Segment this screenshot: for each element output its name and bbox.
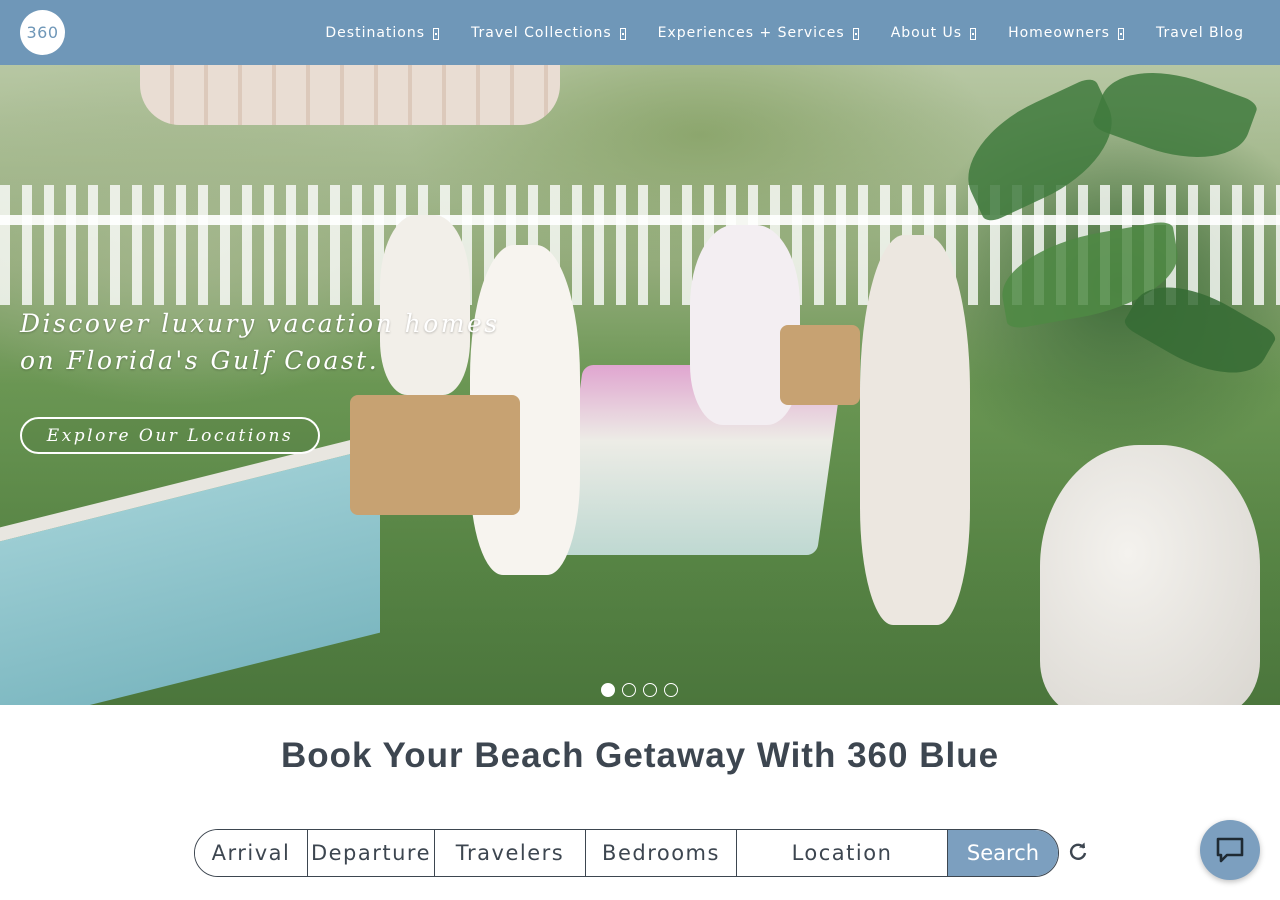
dropdown-caret-icon [1117, 27, 1124, 40]
arrival-field[interactable]: Arrival [195, 830, 308, 876]
logo-text: 360 [26, 23, 59, 42]
carousel-dot-2[interactable] [622, 683, 636, 697]
chat-icon [1216, 837, 1244, 863]
nav-about-us[interactable]: About Us [875, 25, 992, 41]
logo[interactable]: 360 [20, 10, 65, 55]
booking-search-bar: Arrival Departure Travelers Bedrooms Loc… [194, 829, 1059, 877]
location-field[interactable]: Location [737, 830, 948, 876]
nav-experiences-services[interactable]: Experiences + Services [642, 25, 875, 41]
hero-image-planter [1040, 445, 1260, 705]
hero-image-person [860, 235, 970, 625]
nav-homeowners-label: Homeowners [1008, 24, 1110, 41]
nav-homeowners[interactable]: Homeowners [992, 25, 1140, 41]
nav-about-us-label: About Us [890, 24, 963, 41]
hero-image-chair [780, 325, 860, 405]
main-nav: Destinations Travel Collections Experien… [309, 0, 1260, 65]
dropdown-caret-icon [433, 27, 440, 40]
carousel-pagination [601, 683, 678, 697]
hero-image-fence-rail [0, 215, 1280, 225]
refresh-icon-svg [1069, 842, 1087, 860]
bedrooms-field[interactable]: Bedrooms [586, 830, 737, 876]
hero-image-leaf [1090, 65, 1260, 179]
nav-destinations-label: Destinations [325, 24, 426, 41]
booking-title: Book Your Beach Getaway With 360 Blue [280, 736, 1000, 775]
chat-button[interactable] [1200, 820, 1260, 880]
nav-travel-collections-label: Travel Collections [471, 24, 612, 41]
hero-carousel: Discover luxury vacation homes on Florid… [0, 65, 1280, 705]
nav-travel-blog[interactable]: Travel Blog [1140, 25, 1260, 41]
explore-locations-button[interactable]: Explore Our Locations [20, 417, 320, 454]
carousel-dot-1[interactable] [601, 683, 615, 697]
carousel-dot-3[interactable] [643, 683, 657, 697]
nav-travel-collections[interactable]: Travel Collections [455, 25, 642, 41]
travelers-field[interactable]: Travelers [435, 830, 586, 876]
carousel-dot-4[interactable] [664, 683, 678, 697]
hero-image-umbrella [140, 65, 560, 125]
search-button[interactable]: Search [948, 830, 1058, 876]
departure-field[interactable]: Departure [308, 830, 435, 876]
hero-image-chair [350, 395, 520, 515]
dropdown-caret-icon [619, 27, 626, 40]
hero-image-pool [0, 432, 380, 705]
refresh-icon[interactable] [1067, 841, 1089, 863]
nav-travel-blog-label: Travel Blog [1155, 24, 1244, 41]
dropdown-caret-icon [852, 27, 859, 40]
site-header: 360 Destinations Travel Collections Expe… [0, 0, 1280, 65]
hero-headline: Discover luxury vacation homes on Florid… [20, 309, 500, 375]
nav-destinations[interactable]: Destinations [309, 25, 455, 41]
nav-experiences-services-label: Experiences + Services [657, 24, 845, 41]
dropdown-caret-icon [970, 27, 977, 40]
